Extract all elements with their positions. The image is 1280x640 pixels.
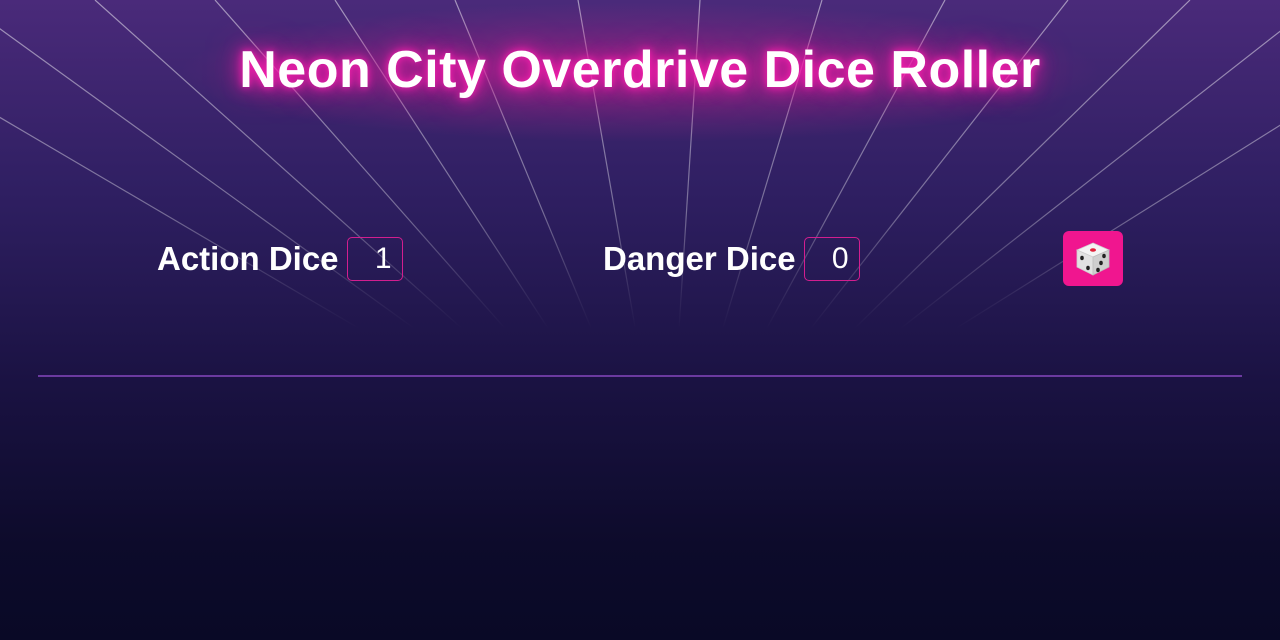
danger-dice-group: Danger Dice — [603, 236, 860, 282]
action-dice-label: Action Dice — [157, 240, 339, 277]
danger-dice-input[interactable] — [803, 237, 860, 281]
dice-icon — [1076, 242, 1110, 276]
page-title: Neon City Overdrive Dice Roller — [239, 41, 1041, 99]
roll-dice-button[interactable] — [1063, 231, 1123, 286]
results-divider — [38, 375, 1242, 377]
danger-dice-label: Danger Dice — [603, 240, 796, 277]
dice-controls: Action Dice Danger Dice — [0, 228, 1280, 288]
action-dice-input[interactable] — [346, 237, 403, 281]
action-dice-group: Action Dice — [157, 236, 403, 282]
